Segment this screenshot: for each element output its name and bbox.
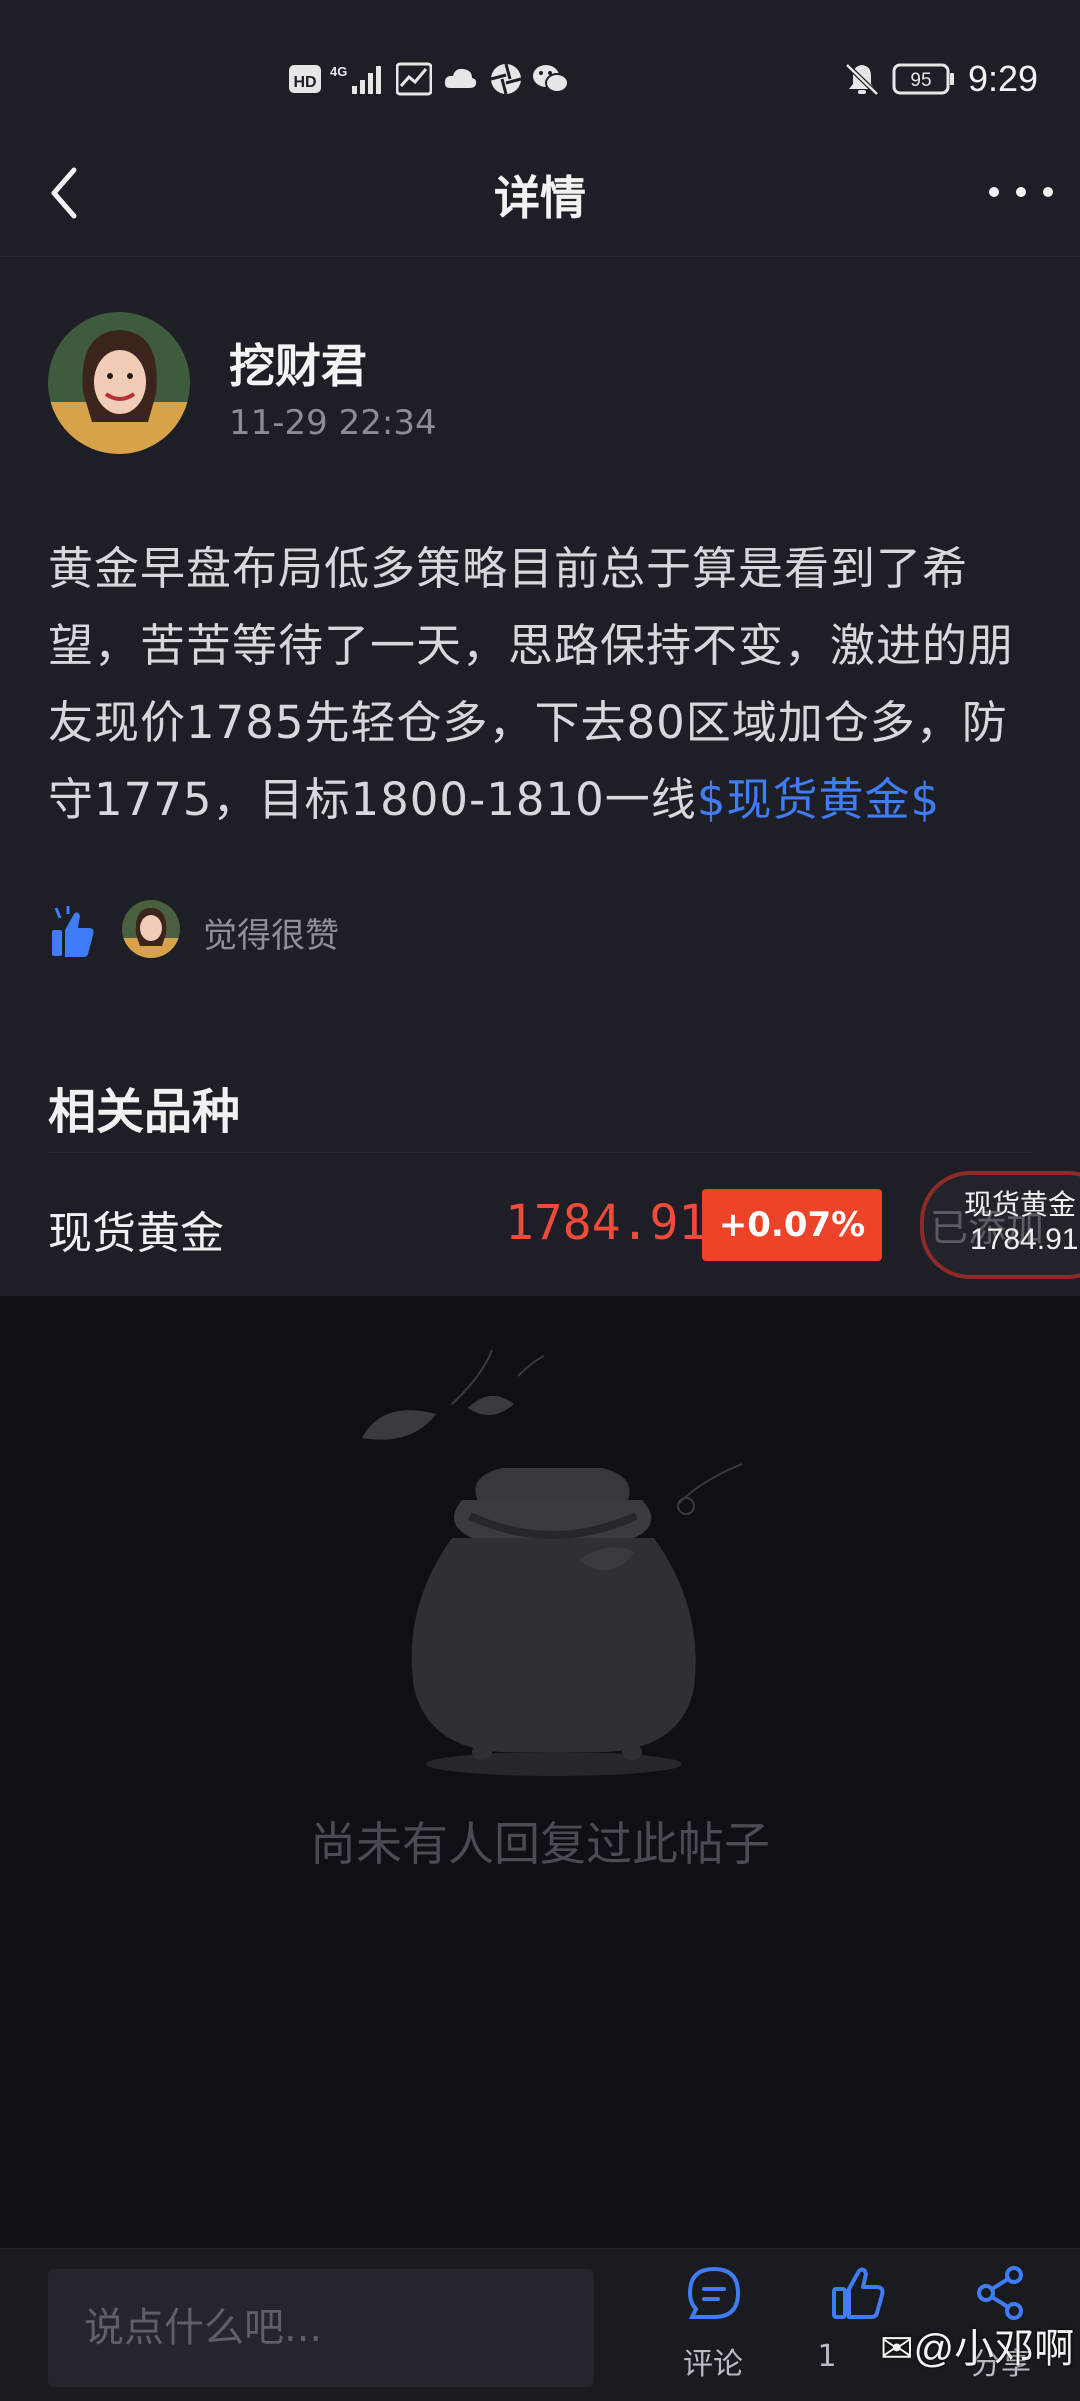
empty-message: 尚未有人回复过此帖子 [310, 1817, 770, 1871]
post-timestamp: 11-29 22:34 [229, 403, 437, 443]
change-badge: +0.07% [702, 1189, 882, 1261]
comment-button[interactable]: 评论 [658, 2265, 768, 2395]
comment-label: 评论 [683, 2347, 743, 2382]
aperture-icon [490, 63, 522, 95]
signal-icon: 4G [330, 64, 381, 94]
wechat-icon [533, 65, 569, 93]
post-tag-link[interactable]: $现货黄金$ [697, 773, 940, 826]
liker-avatar[interactable] [122, 900, 180, 958]
related-product-row[interactable]: 现货黄金 1784.91 +0.07% 已添加 现货黄金 1784.91 [0, 1153, 1080, 1295]
status-bar: HD 4G 95 9:29 [0, 0, 1080, 130]
ticker-price: 1784.91 [970, 1223, 1079, 1256]
watermark-text: @小邓啊 [913, 2327, 1075, 2371]
svg-text:HD: HD [293, 74, 316, 91]
share-icon [977, 2266, 1023, 2320]
weibo-logo-icon: ✉ [880, 2327, 914, 2371]
mute-bell-icon [845, 63, 879, 96]
svg-text:95: 95 [910, 70, 931, 91]
hd-icon: HD [289, 65, 321, 93]
comment-input[interactable]: 说点什么吧... [48, 2269, 594, 2387]
cloud-icon [444, 68, 477, 88]
battery-icon: 95 [892, 63, 954, 95]
comment-icon [687, 2266, 741, 2319]
floating-ticker-widget[interactable]: 已添加 现货黄金 1784.91 [920, 1171, 1080, 1279]
related-section-title: 相关品种 [48, 1084, 241, 1140]
product-price: 1784.91 [505, 1195, 708, 1251]
watermark: ✉@小邓啊 [880, 2316, 1074, 2374]
stock-app-icon [396, 62, 432, 96]
status-time: 9:29 [968, 58, 1039, 99]
ticker-name: 现货黄金 [964, 1188, 1077, 1221]
author-name[interactable]: 挖财君 [229, 330, 367, 396]
like-count: 1 [817, 2339, 837, 2374]
svg-text:4G: 4G [330, 64, 347, 79]
like-summary: 觉得很赞 [203, 916, 339, 956]
more-icon[interactable] [986, 184, 1056, 200]
top-nav: 详情 [0, 130, 1080, 257]
post-content: 黄金早盘布局低多策略目前总于算是看到了希望，苦苦等待了一天，思路保持不变，激进的… [48, 530, 1030, 838]
thumbs-up-icon [52, 906, 94, 957]
author-avatar[interactable] [48, 312, 190, 454]
page-title: 详情 [494, 171, 586, 225]
thumbs-up-icon [832, 2267, 885, 2319]
empty-bag-illustration [362, 1349, 743, 1776]
product-name: 现货黄金 [48, 1208, 224, 1259]
